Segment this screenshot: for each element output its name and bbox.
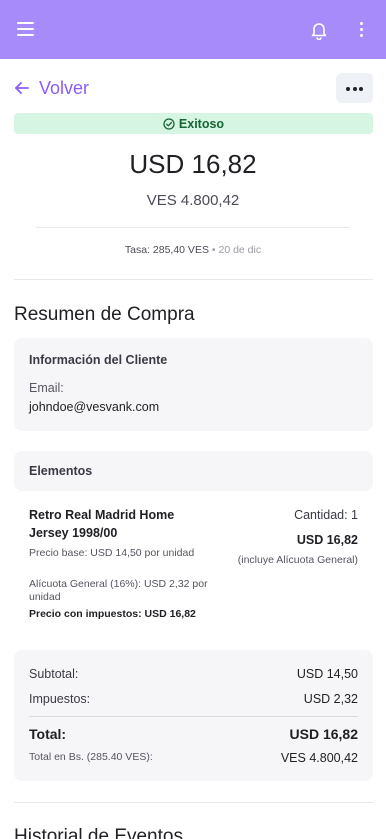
subtotal-label: Subtotal: [29, 667, 79, 681]
exchange-rate: Tasa: 285,40 VES • 20 de dic [0, 244, 386, 256]
email-label: Email: [29, 381, 64, 395]
status-label: Exitoso [178, 116, 225, 131]
status-badge: Exitoso [14, 113, 373, 134]
divider [36, 227, 350, 228]
arrow-left-icon [15, 82, 29, 94]
back-button[interactable]: Volver [14, 76, 89, 100]
amount-ves: VES 4.800,42 [146, 192, 240, 209]
items-header-card: Elementos [14, 451, 373, 491]
item-price-with-tax: Precio con impuestos: USD 16,82 [29, 608, 196, 620]
divider [14, 279, 373, 280]
item-base-price: Precio base: USD 14,50 por unidad [29, 547, 195, 559]
rate-date: 20 de dic [218, 244, 262, 256]
total-value: USD 16,82 [289, 726, 358, 742]
horizontal-dots-icon [346, 87, 350, 91]
amount-usd: USD 16,82 [129, 149, 257, 179]
customer-heading: Información del Cliente [29, 353, 168, 367]
item-tax-rate: Alícuota General (16%): USD 2,32 por uni… [29, 578, 208, 603]
items-heading: Elementos [29, 464, 93, 478]
check-circle-icon [163, 117, 175, 130]
customer-card: Información del Cliente Email: johndoe@v… [14, 338, 373, 431]
more-options-button[interactable] [336, 73, 373, 103]
bell-icon[interactable] [309, 20, 329, 41]
rate-value: Tasa: 285,40 VES [124, 244, 209, 256]
divider [29, 716, 358, 717]
item-quantity: Cantidad: 1 [294, 508, 358, 522]
vertical-dots-icon[interactable] [355, 20, 369, 40]
taxes-value: USD 2,32 [303, 692, 358, 706]
item-tax-note: (incluye Alícuota General) [237, 554, 358, 566]
hamburger-menu-icon[interactable] [17, 22, 34, 36]
subtotal-value: USD 14,50 [296, 667, 358, 681]
section-title-history: Historial de Eventos [14, 826, 183, 839]
taxes-label: Impuestos: [29, 692, 91, 706]
back-label: Volver [39, 77, 90, 98]
divider [14, 802, 373, 803]
total-bs-label: Total en Bs. (285.40 VES): [29, 751, 153, 763]
total-label: Total: [29, 726, 67, 742]
item-name: Retro Real Madrid Home Jersey 1998/00 [29, 508, 175, 540]
app-bar [0, 0, 386, 59]
section-title-summary: Resumen de Compra [14, 304, 195, 325]
item-total: USD 16,82 [296, 533, 358, 547]
rate-separator: • [211, 244, 216, 256]
total-bs-value: VES 4.800,42 [280, 751, 358, 765]
email-value: johndoe@vesvank.com [29, 400, 160, 414]
